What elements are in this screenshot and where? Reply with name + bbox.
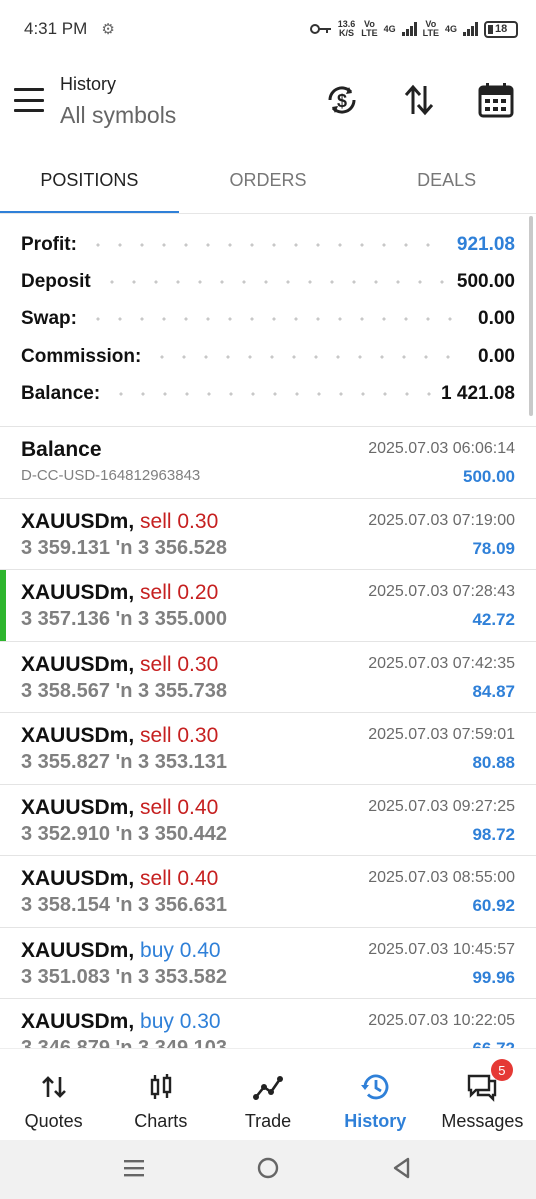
deposit-value: 500.00 <box>456 270 515 292</box>
row-time: 2025.07.03 10:45:57 <box>368 940 515 958</box>
battery-icon: 18 <box>484 20 518 38</box>
profit-value: 921.08 <box>456 233 515 255</box>
row-prices: 3 358.567 'n 3 355.738 <box>21 679 228 702</box>
summary-profit: Profit: 921.08 <box>21 233 515 255</box>
signal-1-icon <box>401 22 417 36</box>
bottom-navigation: Quotes Charts Trade History 5 Messages <box>0 1048 536 1140</box>
sort-icon[interactable] <box>399 80 439 120</box>
table-row[interactable]: XAUUSDm, buy 0.30 3 346.879 'n 3 349.103… <box>0 998 536 1048</box>
trend-line-icon <box>253 1076 283 1100</box>
row-prices: 3 355.827 'n 3 353.131 <box>21 751 228 773</box>
balance-value: 1 421.08 <box>441 382 515 404</box>
history-list: Balance D-CC-USD-164812963843 2025.07.03… <box>0 426 536 1048</box>
nav-messages[interactable]: 5 Messages <box>429 1049 536 1140</box>
nav-quotes[interactable]: Quotes <box>0 1049 107 1140</box>
summary-commission: Commission: 0.00 <box>21 345 515 367</box>
balance-ref: D-CC-USD-164812963843 <box>21 467 201 484</box>
tab-orders[interactable]: ORDERS <box>179 152 358 214</box>
row-profit: 78.09 <box>472 538 515 558</box>
row-time: 2025.07.03 08:55:00 <box>368 869 515 886</box>
table-row[interactable]: XAUUSDm, sell 0.30 3 358.567 'n 3 355.73… <box>0 640 536 713</box>
row-profit: 84.87 <box>472 681 515 701</box>
row-prices: 3 359.131 'n 3 356.528 <box>21 536 228 559</box>
table-row[interactable]: XAUUSDm, sell 0.30 3 355.827 'n 3 353.13… <box>0 712 536 784</box>
row-time: 2025.07.03 06:06:14 <box>368 440 515 457</box>
row-time: 2025.07.03 07:59:01 <box>368 726 515 743</box>
quotes-icon <box>41 1076 66 1098</box>
row-time: 2025.07.03 07:42:35 <box>368 654 515 672</box>
row-profit: 66.72 <box>472 1039 515 1048</box>
row-time: 2025.07.03 07:19:00 <box>368 511 515 529</box>
volte-1: Vo LTE <box>361 19 378 38</box>
signal-2-icon <box>463 22 478 36</box>
row-profit: 42.72 <box>472 610 515 629</box>
svg-text:$: $ <box>337 91 347 111</box>
settings-notification-icon: ⚙ <box>101 21 115 38</box>
network-type-1: 4G <box>383 23 396 34</box>
summary-panel: Profit: 921.08 Deposit 500.00 Swap: 0.00… <box>0 226 536 412</box>
history-icon <box>361 1074 389 1100</box>
symbol-filter[interactable]: All symbols <box>60 102 176 129</box>
row-prices: 3 352.910 'n 3 350.442 <box>21 822 228 845</box>
volte-2: Vo LTE <box>422 19 439 38</box>
row-profit: 98.72 <box>472 824 515 844</box>
row-prices: 3 346.879 'n 3 349.103 <box>21 1037 228 1048</box>
table-row[interactable]: XAUUSDm, sell 0.30 3 359.131 'n 3 356.52… <box>0 497 536 570</box>
table-row[interactable]: XAUUSDm, sell 0.20 3 357.136 'n 3 355.00… <box>0 569 536 641</box>
key-icon <box>309 24 331 34</box>
currency-exchange-icon[interactable]: $ <box>322 80 362 120</box>
balance-row[interactable]: Balance D-CC-USD-164812963843 2025.07.03… <box>0 426 536 498</box>
summary-deposit: Deposit 500.00 <box>21 270 515 292</box>
nav-history[interactable]: History <box>322 1049 429 1140</box>
network-type-2: 4G <box>444 23 457 34</box>
status-icons: 13.6 K/S Vo LTE 4G Vo LTE 4G 18 <box>309 19 518 38</box>
summary-balance: Balance: 1 421.08 <box>21 382 515 404</box>
row-prices: 3 351.083 'n 3 353.582 <box>21 965 228 988</box>
clock: 4:31 PM <box>24 19 88 38</box>
table-row[interactable]: XAUUSDm, sell 0.40 3 358.154 'n 3 356.63… <box>0 855 536 927</box>
row-amount: 500.00 <box>463 467 515 486</box>
row-time: 2025.07.03 10:22:05 <box>368 1012 515 1029</box>
nav-trade[interactable]: Trade <box>214 1049 321 1140</box>
history-tabs: POSITIONS ORDERS DEALS <box>0 152 536 214</box>
summary-swap: Swap: 0.00 <box>21 308 515 330</box>
row-prices: 3 358.154 'n 3 356.631 <box>21 894 228 916</box>
row-time: 2025.07.03 07:28:43 <box>368 583 515 600</box>
recent-apps-icon[interactable] <box>122 1156 146 1180</box>
row-prices: 3 357.136 'n 3 355.000 <box>21 608 228 630</box>
menu-icon[interactable] <box>14 88 44 112</box>
calendar-icon[interactable] <box>476 80 516 120</box>
table-row[interactable]: XAUUSDm, sell 0.40 3 352.910 'n 3 350.44… <box>0 783 536 856</box>
app-bar: History All symbols $ <box>0 62 536 142</box>
row-profit: 80.88 <box>472 753 515 772</box>
row-profit: 99.96 <box>472 967 515 987</box>
tab-positions[interactable]: POSITIONS <box>0 152 179 214</box>
candlestick-icon <box>150 1074 171 1099</box>
home-icon[interactable] <box>256 1156 280 1180</box>
page-title: History <box>60 74 117 94</box>
divider <box>0 213 536 214</box>
commission-value: 0.00 <box>478 345 515 367</box>
table-row[interactable]: XAUUSDm, buy 0.40 3 351.083 'n 3 353.582… <box>0 926 536 999</box>
swap-value: 0.00 <box>478 308 515 330</box>
network-speed: 13.6 K/S <box>337 19 356 38</box>
back-icon[interactable] <box>390 1156 414 1180</box>
tab-deals[interactable]: DEALS <box>357 152 536 214</box>
nav-charts[interactable]: Charts <box>107 1049 214 1140</box>
row-profit: 60.92 <box>472 896 515 915</box>
row-time: 2025.07.03 09:27:25 <box>368 797 515 815</box>
system-navigation-bar <box>0 1140 536 1199</box>
unread-badge: 5 <box>490 1059 513 1081</box>
status-bar: 4:31 PM ⚙ 13.6 K/S Vo LTE 4G Vo LTE 4G 18 <box>0 0 536 58</box>
